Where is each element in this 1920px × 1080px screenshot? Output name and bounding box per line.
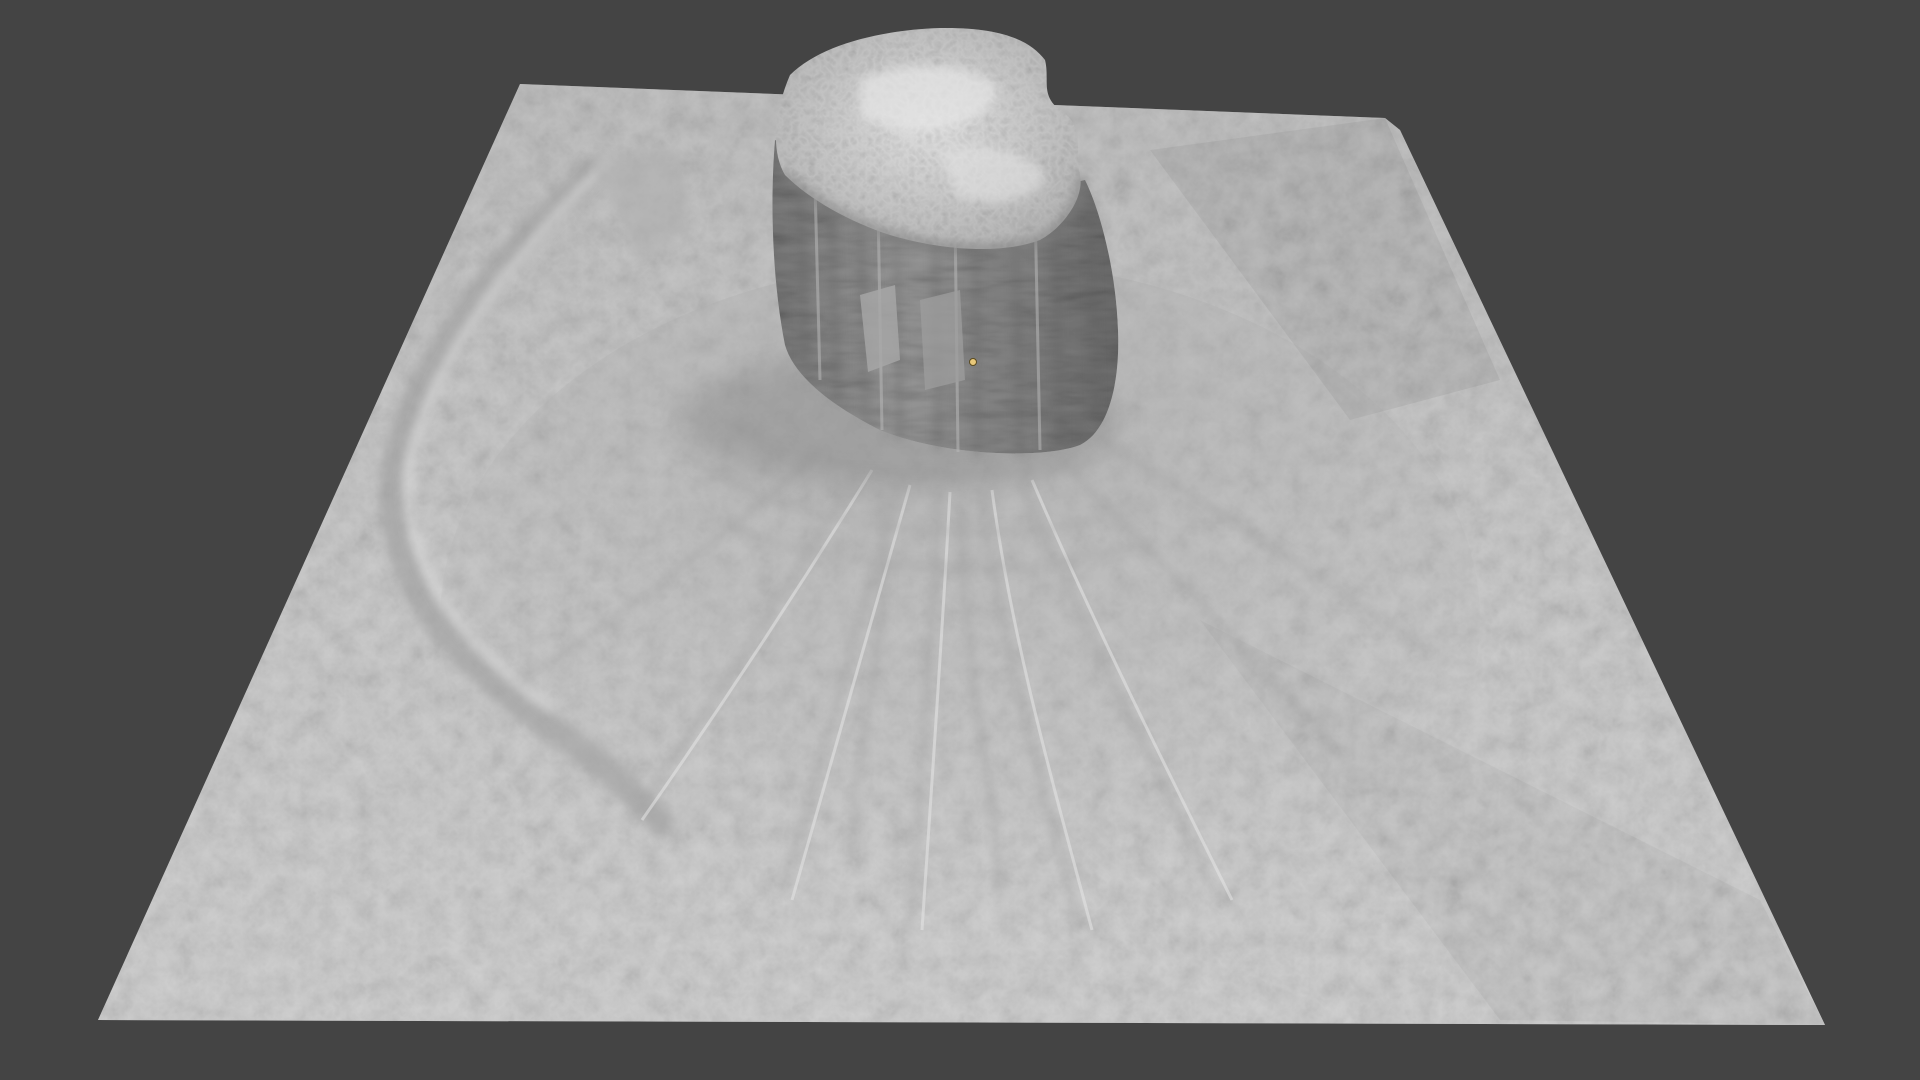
rock-formation[interactable]	[772, 27, 1119, 456]
viewport-render[interactable]	[0, 0, 1920, 1080]
object-origin-icon[interactable]	[969, 358, 977, 366]
3d-viewport[interactable]	[0, 0, 1920, 1080]
